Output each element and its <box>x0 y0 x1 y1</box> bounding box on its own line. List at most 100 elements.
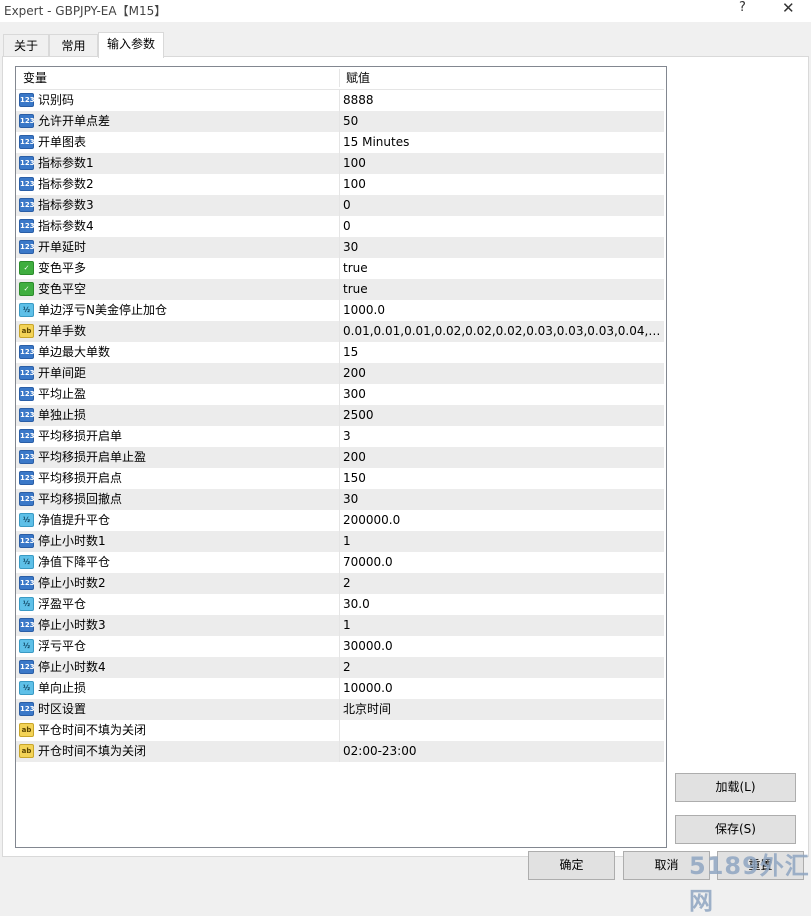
parameter-value[interactable]: true <box>343 258 661 279</box>
double-type-icon: ½ <box>19 555 34 569</box>
table-row[interactable]: 123 单边最大单数 15 <box>16 342 664 363</box>
table-row[interactable]: 123 识别码 8888 <box>16 90 664 111</box>
parameter-value[interactable]: 2 <box>343 573 661 594</box>
cell-divider <box>339 342 340 363</box>
integer-type-icon: 123 <box>19 93 35 107</box>
table-row[interactable]: 123 开单图表 15 Minutes <box>16 132 664 153</box>
parameter-value[interactable]: 150 <box>343 468 661 489</box>
parameter-value[interactable]: 2 <box>343 657 661 678</box>
parameter-value[interactable]: 02:00-23:00 <box>343 741 661 762</box>
integer-type-icon: 123 <box>19 219 35 233</box>
parameter-name: 停止小时数1 <box>38 534 106 548</box>
cell-divider <box>339 531 340 552</box>
parameter-name: 停止小时数4 <box>38 660 106 674</box>
parameter-name: 指标参数3 <box>38 198 94 212</box>
table-row[interactable]: ab 开仓时间不填为关闭 02:00-23:00 <box>16 741 664 762</box>
parameter-value[interactable]: 30 <box>343 489 661 510</box>
tab-inputs[interactable]: 输入参数 <box>98 32 164 58</box>
inputs-grid[interactable]: 变量 赋值 123 识别码 8888 123 允许开单点差 50 123 开单图表 15 Min… <box>15 66 667 848</box>
tab-common[interactable]: 常用 <box>49 34 98 57</box>
parameter-value[interactable]: 100 <box>343 153 661 174</box>
column-header-value[interactable]: 赋值 <box>346 67 370 89</box>
table-row[interactable]: 123 平均移损回撤点 30 <box>16 489 664 510</box>
table-row[interactable]: 123 平均止盈 300 <box>16 384 664 405</box>
cell-divider <box>339 741 340 762</box>
table-row[interactable]: 123 指标参数2 100 <box>16 174 664 195</box>
table-row[interactable]: 123 单独止损 2500 <box>16 405 664 426</box>
table-row[interactable]: 123 停止小时数2 2 <box>16 573 664 594</box>
table-row[interactable]: ½ 浮亏平仓 30000.0 <box>16 636 664 657</box>
column-header-variable[interactable]: 变量 <box>23 67 47 89</box>
parameter-name: 指标参数1 <box>38 156 94 170</box>
table-row[interactable]: 123 允许开单点差 50 <box>16 111 664 132</box>
parameter-value[interactable]: 8888 <box>343 90 661 111</box>
parameter-name: 平均止盈 <box>38 387 87 401</box>
parameter-name: 平均移损开启点 <box>38 471 123 485</box>
table-row[interactable]: ½ 单边浮亏N美金停止加仓 1000.0 <box>16 300 664 321</box>
table-row[interactable]: 123 开单间距 200 <box>16 363 664 384</box>
table-row[interactable]: 123 指标参数4 0 <box>16 216 664 237</box>
parameter-value[interactable]: 100 <box>343 174 661 195</box>
parameter-value[interactable]: true <box>343 279 661 300</box>
table-row[interactable]: 123 平均移损开启单止盈 200 <box>16 447 664 468</box>
parameter-value[interactable]: 3 <box>343 426 661 447</box>
parameter-value[interactable]: 0.01,0.01,0.01,0.02,0.02,0.02,0.03,0.03,… <box>343 321 661 342</box>
integer-type-icon: 123 <box>19 135 35 149</box>
parameter-value[interactable]: 200 <box>343 447 661 468</box>
table-row[interactable]: 123 停止小时数4 2 <box>16 657 664 678</box>
table-row[interactable]: ½ 净值下降平仓 70000.0 <box>16 552 664 573</box>
table-row[interactable]: 123 时区设置 北京时间 <box>16 699 664 720</box>
parameter-value[interactable]: 200000.0 <box>343 510 661 531</box>
table-row[interactable]: 123 平均移损开启单 3 <box>16 426 664 447</box>
parameter-value[interactable]: 30 <box>343 237 661 258</box>
table-row[interactable]: ½ 净值提升平仓 200000.0 <box>16 510 664 531</box>
help-button[interactable]: ? <box>739 0 746 15</box>
parameter-value[interactable]: 300 <box>343 384 661 405</box>
load-button[interactable]: 加载(L) <box>675 773 796 802</box>
table-row[interactable]: 123 开单延时 30 <box>16 237 664 258</box>
save-button[interactable]: 保存(S) <box>675 815 796 844</box>
table-row[interactable]: ✓ 变色平多 true <box>16 258 664 279</box>
parameter-value[interactable]: 2500 <box>343 405 661 426</box>
cell-divider <box>339 90 340 111</box>
table-row[interactable]: ab 开单手数 0.01,0.01,0.01,0.02,0.02,0.02,0.03… <box>16 321 664 342</box>
table-row[interactable]: ✓ 变色平空 true <box>16 279 664 300</box>
parameter-value[interactable]: 15 Minutes <box>343 132 661 153</box>
table-row[interactable]: 123 指标参数1 100 <box>16 153 664 174</box>
cell-divider <box>339 699 340 720</box>
parameter-value[interactable]: 1 <box>343 615 661 636</box>
parameter-value[interactable]: 0 <box>343 216 661 237</box>
table-row[interactable]: ab 平仓时间不填为关闭 <box>16 720 664 741</box>
parameter-value[interactable]: 200 <box>343 363 661 384</box>
parameter-value[interactable]: 1000.0 <box>343 300 661 321</box>
parameter-value[interactable]: 15 <box>343 342 661 363</box>
parameter-value[interactable]: 北京时间 <box>343 699 661 720</box>
table-row[interactable]: ½ 浮盈平仓 30.0 <box>16 594 664 615</box>
parameter-name: 开单间距 <box>38 366 87 380</box>
integer-type-icon: 123 <box>19 492 35 506</box>
parameter-value[interactable]: 1 <box>343 531 661 552</box>
parameter-value[interactable]: 70000.0 <box>343 552 661 573</box>
ok-button[interactable]: 确定 <box>528 851 615 880</box>
integer-type-icon: 123 <box>19 534 35 548</box>
close-button[interactable]: ✕ <box>782 0 795 17</box>
parameter-name: 平均移损开启单 <box>38 429 123 443</box>
integer-type-icon: 123 <box>19 240 35 254</box>
parameter-value[interactable]: 30000.0 <box>343 636 661 657</box>
parameter-value[interactable]: 30.0 <box>343 594 661 615</box>
parameter-value[interactable]: 10000.0 <box>343 678 661 699</box>
double-type-icon: ½ <box>19 513 34 527</box>
table-row[interactable]: 123 平均移损开启点 150 <box>16 468 664 489</box>
table-row[interactable]: 123 指标参数3 0 <box>16 195 664 216</box>
cell-divider <box>339 447 340 468</box>
tab-about[interactable]: 关于 <box>3 34 49 57</box>
parameter-name: 单边最大单数 <box>38 345 111 359</box>
table-row[interactable]: ½ 单向止损 10000.0 <box>16 678 664 699</box>
column-divider[interactable] <box>339 69 340 87</box>
parameter-value[interactable]: 50 <box>343 111 661 132</box>
cell-divider <box>339 510 340 531</box>
parameter-name: 停止小时数2 <box>38 576 106 590</box>
table-row[interactable]: 123 停止小时数1 1 <box>16 531 664 552</box>
parameter-value[interactable]: 0 <box>343 195 661 216</box>
table-row[interactable]: 123 停止小时数3 1 <box>16 615 664 636</box>
